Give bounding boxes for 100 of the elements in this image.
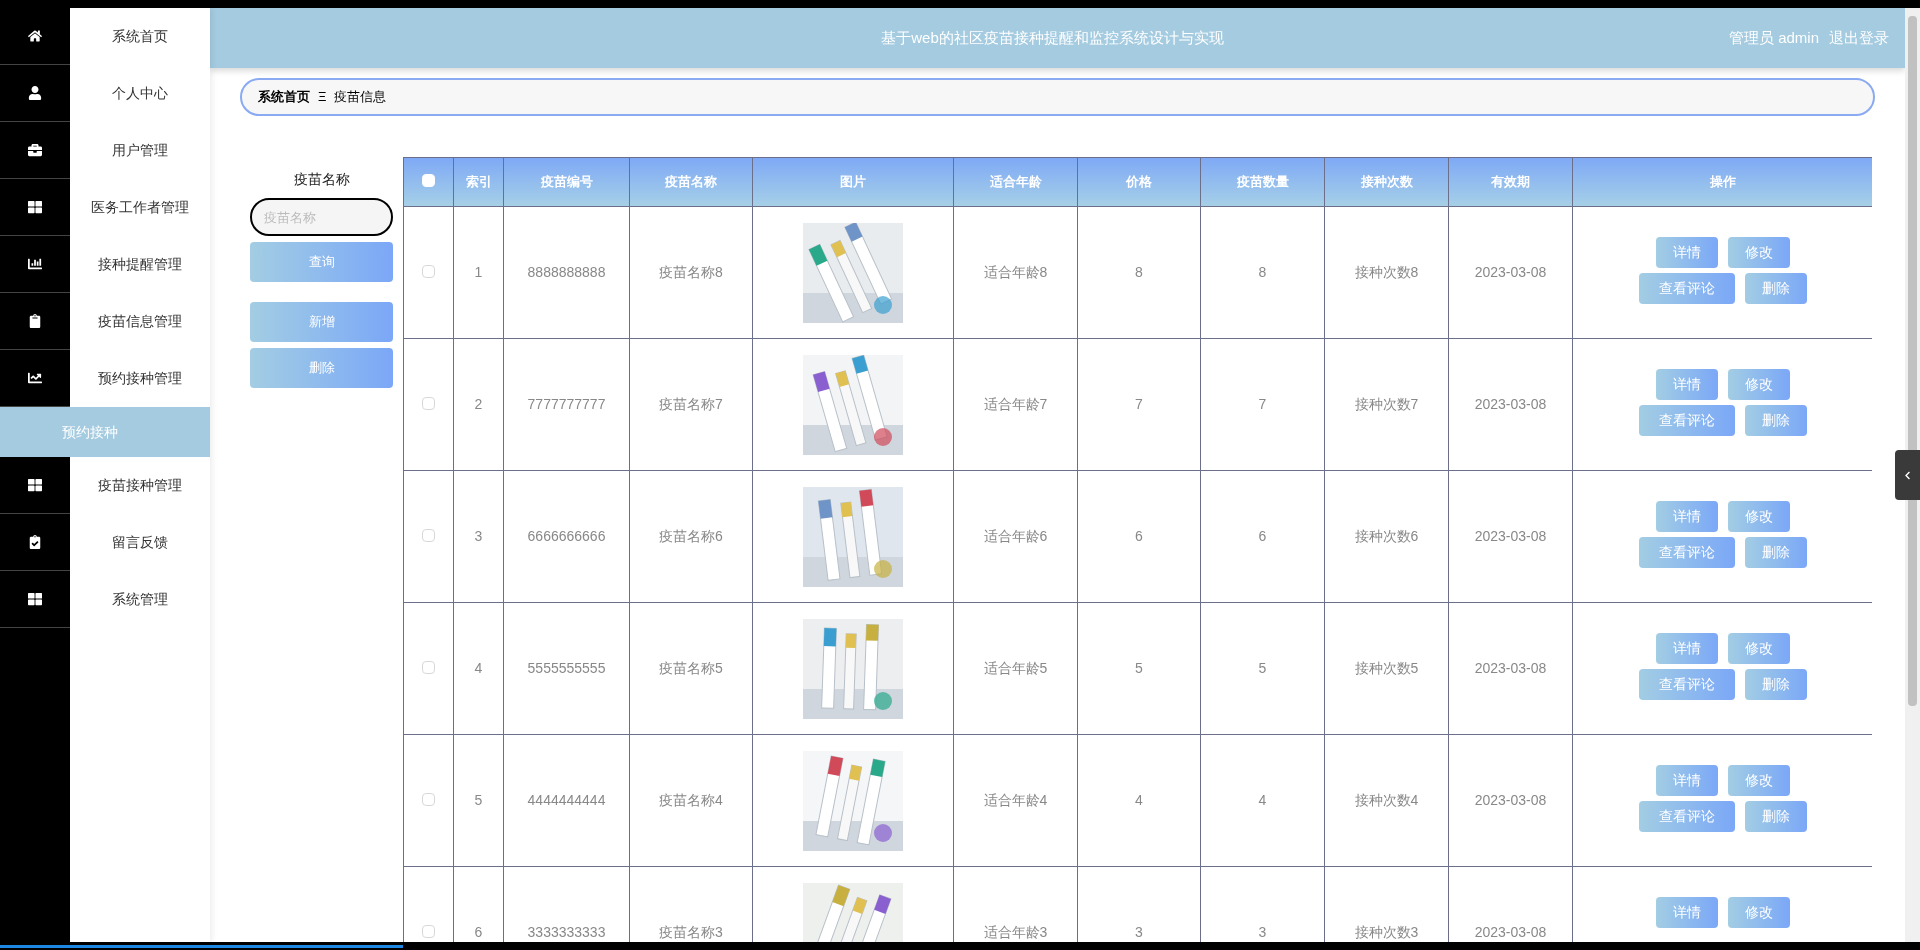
table-cell: 疫苗名称6 bbox=[629, 470, 753, 603]
row-action-button[interactable]: 查看评论 bbox=[1638, 801, 1735, 832]
table-cell: 2023-03-08 bbox=[1448, 602, 1573, 735]
row-action-button[interactable]: 删除 bbox=[1744, 669, 1807, 700]
line-chart-icon bbox=[28, 371, 42, 385]
sidebar-item[interactable]: 接种提醒管理 bbox=[0, 236, 210, 293]
table-cell: 6666666666 bbox=[503, 470, 630, 603]
admin-label: 管理员 admin bbox=[1728, 27, 1819, 48]
table-cell: 2023-03-08 bbox=[1448, 470, 1573, 603]
row-action-button[interactable]: 查看评论 bbox=[1638, 537, 1735, 568]
row-action-button[interactable]: 删除 bbox=[1744, 801, 1807, 832]
table-cell: 8 bbox=[1077, 206, 1201, 339]
sidebar-item[interactable]: 疫苗信息管理 bbox=[0, 293, 210, 350]
table-cell: 1 bbox=[453, 206, 504, 339]
submenu-item[interactable]: 预约接种 bbox=[0, 407, 210, 457]
checkbox[interactable] bbox=[422, 924, 435, 938]
row-action-button[interactable]: 删除 bbox=[1744, 273, 1807, 304]
checkbox[interactable] bbox=[422, 660, 435, 674]
row-action-button[interactable]: 修改 bbox=[1727, 765, 1790, 796]
home-icon bbox=[28, 29, 42, 43]
row-action-button[interactable]: 详情 bbox=[1655, 369, 1718, 400]
clipboard-icon bbox=[28, 314, 42, 328]
column-header: 有效期 bbox=[1448, 157, 1573, 207]
row-action-button[interactable]: 详情 bbox=[1655, 765, 1718, 796]
name-search-field[interactable]: 疫苗名称 bbox=[250, 198, 393, 236]
table-cell: 接种次数5 bbox=[1324, 602, 1449, 735]
sidebar-item[interactable]: 个人中心 bbox=[0, 65, 210, 122]
sidebar-item[interactable]: 系统管理 bbox=[0, 571, 210, 628]
user-icon bbox=[28, 86, 42, 100]
row-action-button[interactable]: 查看评论 bbox=[1638, 405, 1735, 436]
row-action-button[interactable]: 删除 bbox=[1744, 405, 1807, 436]
table-cell: 适合年龄5 bbox=[953, 602, 1078, 735]
table-cell: 接种次数8 bbox=[1324, 206, 1449, 339]
scrollbar-thumb[interactable] bbox=[1908, 16, 1917, 706]
row-action-button[interactable]: 详情 bbox=[1655, 897, 1718, 928]
table-cell: 2023-03-08 bbox=[1448, 206, 1573, 339]
table-cell: 适合年龄8 bbox=[953, 206, 1078, 339]
column-header: 操作 bbox=[1572, 157, 1872, 207]
table-cell: 2023-03-08 bbox=[1448, 734, 1573, 867]
breadcrumb-separator: Ξ bbox=[318, 88, 327, 107]
table-cell: 适合年龄6 bbox=[953, 470, 1078, 603]
column-header: 价格 bbox=[1077, 157, 1201, 207]
table-cell: 4444444444 bbox=[503, 734, 630, 867]
grid-icon bbox=[28, 200, 42, 214]
search-button[interactable]: 查询 bbox=[250, 242, 393, 282]
checkbox[interactable] bbox=[422, 396, 435, 410]
delete-button[interactable]: 删除 bbox=[250, 348, 393, 388]
sidebar-item[interactable]: 系统首页 bbox=[0, 8, 210, 65]
table-cell: 6 bbox=[1200, 470, 1325, 603]
table-cell: 接种次数7 bbox=[1324, 338, 1449, 471]
row-action-button[interactable]: 修改 bbox=[1727, 501, 1790, 532]
table-cell: 适合年龄7 bbox=[953, 338, 1078, 471]
add-button[interactable]: 新增 bbox=[250, 302, 393, 342]
grid-icon bbox=[28, 592, 42, 606]
chevron-left-icon bbox=[1903, 470, 1912, 480]
sidebar-item[interactable]: 用户管理 bbox=[0, 122, 210, 179]
row-action-button[interactable]: 查看评论 bbox=[1638, 273, 1735, 304]
table-cell: 疫苗名称8 bbox=[629, 206, 753, 339]
grid-icon bbox=[28, 478, 42, 492]
table-cell: 5555555555 bbox=[503, 602, 630, 735]
column-header: 索引 bbox=[453, 157, 504, 207]
checkbox[interactable] bbox=[422, 528, 435, 542]
table-cell: 疫苗名称7 bbox=[629, 338, 753, 471]
sidebar-item[interactable]: 疫苗接种管理 bbox=[0, 457, 210, 514]
column-header: 接种次数 bbox=[1324, 157, 1449, 207]
sidebar-item[interactable]: 留言反馈 bbox=[0, 514, 210, 571]
table-cell: 适合年龄4 bbox=[953, 734, 1078, 867]
logout-link[interactable]: 退出登录 bbox=[1829, 26, 1889, 50]
row-action-button[interactable]: 详情 bbox=[1655, 237, 1718, 268]
column-header: 疫苗名称 bbox=[629, 157, 753, 207]
column-header: 疫苗编号 bbox=[503, 157, 630, 207]
table-cell: 5 bbox=[1077, 602, 1201, 735]
column-header: 疫苗数量 bbox=[1200, 157, 1325, 207]
sidebar-item[interactable]: 预约接种管理 bbox=[0, 350, 210, 407]
table-cell: 4 bbox=[453, 602, 504, 735]
table-cell: 2 bbox=[453, 338, 504, 471]
checkbox[interactable] bbox=[422, 264, 435, 278]
table-cell: 疫苗名称5 bbox=[629, 602, 753, 735]
table-cell: 8888888888 bbox=[503, 206, 630, 339]
row-action-button[interactable]: 删除 bbox=[1744, 537, 1807, 568]
table-cell: 接种次数6 bbox=[1324, 470, 1449, 603]
column-header: 图片 bbox=[752, 157, 954, 207]
system-title: 基于web的社区疫苗接种提醒和监控系统设计与实现 bbox=[881, 27, 1224, 48]
side-panel-toggle[interactable] bbox=[1895, 450, 1920, 500]
table-cell: 2023-03-08 bbox=[1448, 338, 1573, 471]
table-cell: 接种次数4 bbox=[1324, 734, 1449, 867]
table-cell: 6 bbox=[1077, 470, 1201, 603]
sidebar-item[interactable]: 医务工作者管理 bbox=[0, 179, 210, 236]
row-action-button[interactable]: 修改 bbox=[1727, 633, 1790, 664]
checkbox[interactable] bbox=[422, 792, 435, 806]
row-action-button[interactable]: 修改 bbox=[1727, 897, 1790, 928]
row-action-button[interactable]: 修改 bbox=[1727, 369, 1790, 400]
breadcrumb-current: 疫苗信息 bbox=[334, 88, 387, 107]
row-action-button[interactable]: 详情 bbox=[1655, 633, 1718, 664]
row-action-button[interactable]: 详情 bbox=[1655, 501, 1718, 532]
row-action-button[interactable]: 修改 bbox=[1727, 237, 1790, 268]
table-cell: 5 bbox=[453, 734, 504, 867]
breadcrumb-link[interactable]: 系统首页 bbox=[258, 87, 310, 107]
row-action-button[interactable]: 查看评论 bbox=[1638, 669, 1735, 700]
bar-chart-icon bbox=[28, 257, 42, 271]
